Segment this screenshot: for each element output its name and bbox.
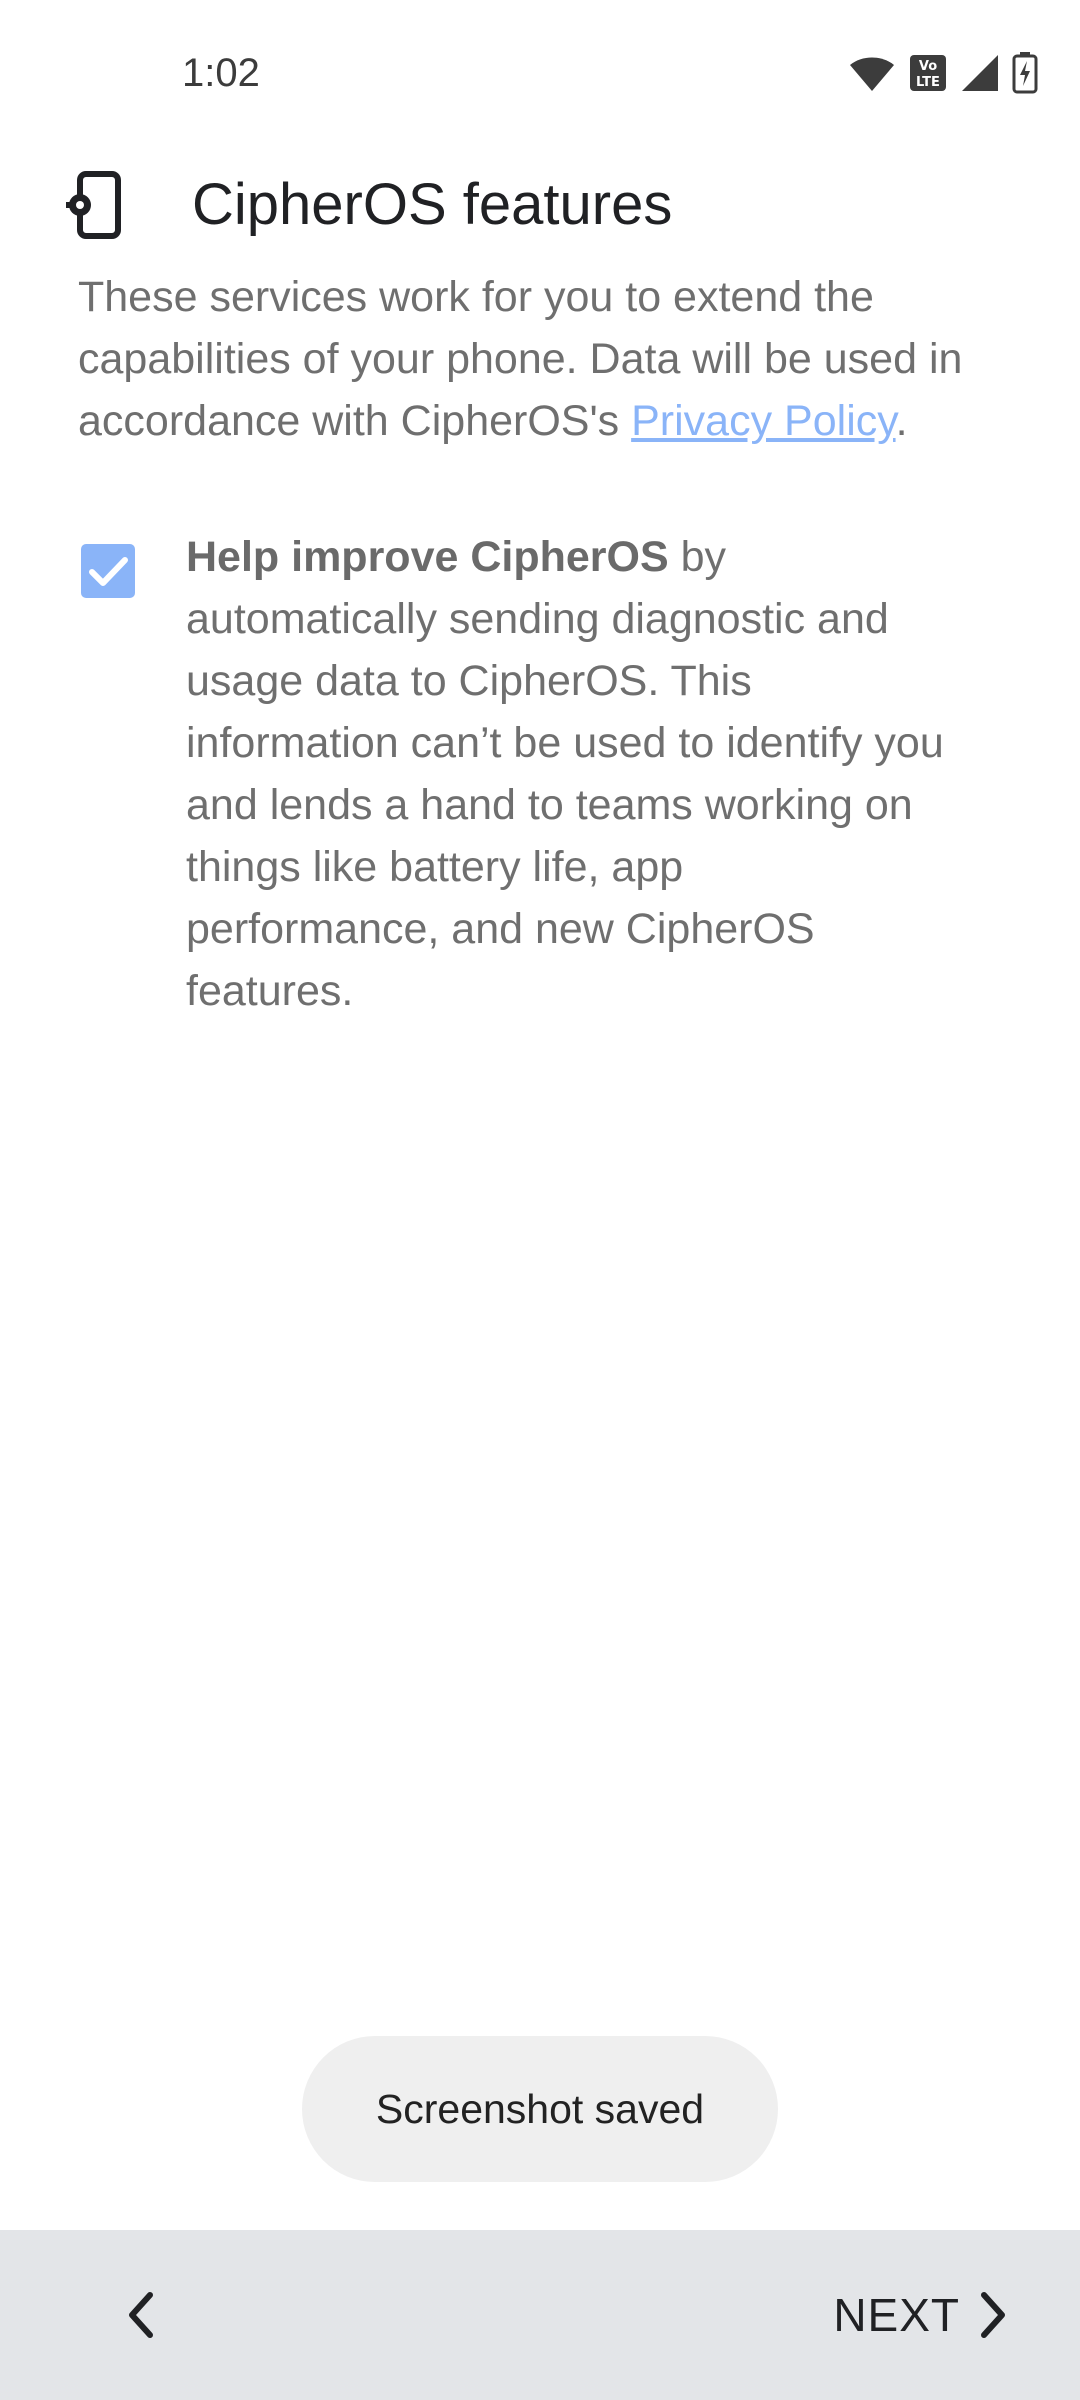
checkmark-icon xyxy=(89,557,128,586)
intro-text-after-link: . xyxy=(895,397,908,445)
phone-settings-icon xyxy=(64,170,126,240)
status-bar: 1:02 Vo LTE xyxy=(0,0,1080,150)
privacy-policy-link[interactable]: Privacy Policy xyxy=(631,397,895,445)
help-improve-description[interactable]: Help improve CipherOS by automatically s… xyxy=(186,526,946,1022)
svg-text:Vo: Vo xyxy=(919,59,937,74)
status-icons: Vo LTE xyxy=(848,50,1038,96)
bottom-nav-bar: NEXT xyxy=(0,2230,1080,2400)
battery-charging-icon xyxy=(1012,52,1038,94)
help-improve-checkbox[interactable] xyxy=(81,544,135,598)
back-button[interactable] xyxy=(100,2270,180,2360)
intro-text: These services work for you to extend th… xyxy=(78,266,1038,452)
next-button[interactable]: NEXT xyxy=(833,2270,1010,2360)
screenshot-toast: Screenshot saved xyxy=(302,2036,778,2182)
help-improve-body: by automatically sending diagnostic and … xyxy=(186,533,944,1015)
signal-icon xyxy=(960,53,1000,93)
chevron-right-icon xyxy=(981,2292,1005,2338)
chevron-left-icon xyxy=(129,2292,153,2338)
help-improve-title: Help improve CipherOS xyxy=(186,533,669,581)
status-time: 1:02 xyxy=(182,51,260,95)
page-title: CipherOS features xyxy=(192,172,673,237)
wifi-icon xyxy=(848,53,896,93)
volte-icon: Vo LTE xyxy=(908,53,948,93)
next-label: NEXT xyxy=(833,2289,960,2341)
setup-screen: 1:02 Vo LTE CipherOS features These serv… xyxy=(0,0,1080,2400)
toast-text: Screenshot saved xyxy=(375,2085,705,2132)
svg-text:LTE: LTE xyxy=(916,75,940,90)
